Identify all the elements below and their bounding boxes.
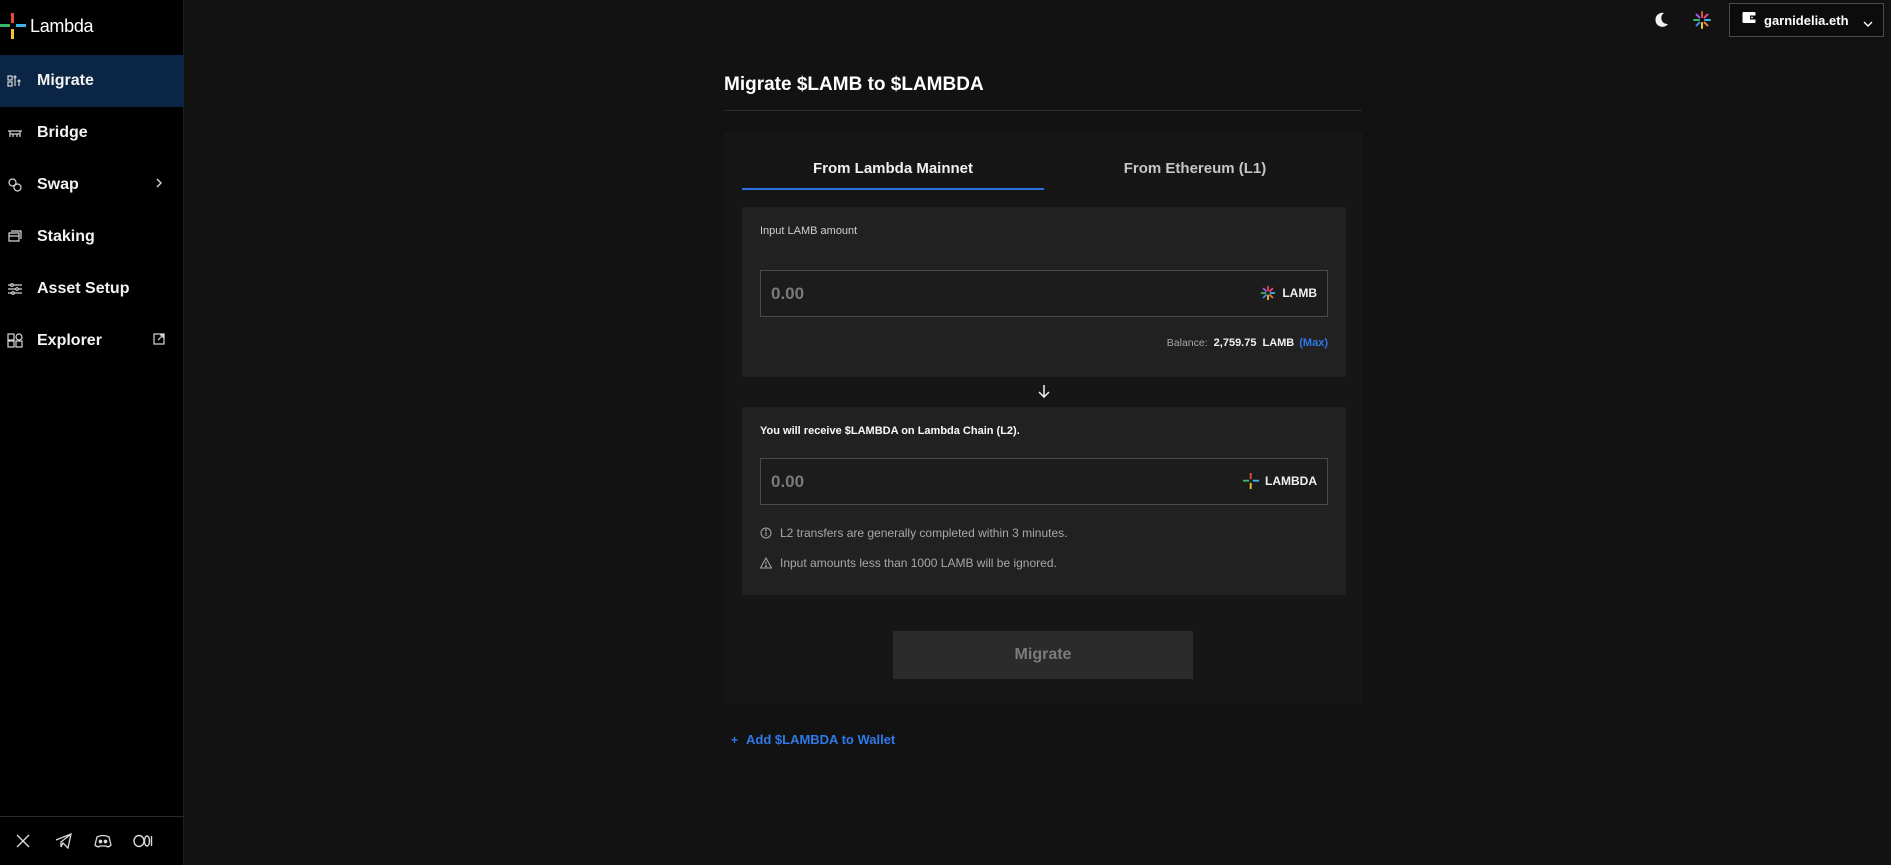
info-icon [760, 527, 772, 539]
notice-l2-transfer: L2 transfers are generally completed wit… [760, 526, 1067, 540]
page-title: Migrate $LAMB to $LAMBDA [724, 74, 984, 95]
migrate-button[interactable]: Migrate [893, 631, 1193, 679]
lambda-token-icon [1243, 473, 1259, 489]
logo-text: Lambda [30, 15, 94, 36]
balance-value: 2,759.75 [1213, 337, 1257, 349]
sidebar-item-asset-setup[interactable]: Asset Setup [0, 263, 184, 315]
tab-from-ethereum[interactable]: From Ethereum (L1) [1044, 160, 1346, 190]
sidebar-item-label: Asset Setup [37, 280, 130, 297]
lambda-logo-icon [0, 13, 26, 39]
bridge-icon [6, 124, 24, 142]
wallet-address: garnidelia.eth [1764, 12, 1849, 28]
sidebar-nav: Migrate Bridge Swap Staking Asset Setup … [0, 55, 184, 367]
migrate-icon [6, 72, 24, 90]
sidebar-item-label: Explorer [37, 332, 102, 349]
lambda-burst-icon[interactable] [1692, 10, 1712, 30]
moon-icon[interactable] [1652, 11, 1670, 29]
logo[interactable]: Lambda [0, 12, 94, 40]
x-icon[interactable] [13, 831, 33, 851]
balance-row: Balance: 2,759.75 LAMB (Max) [1167, 337, 1328, 349]
add-wallet-label: Add $LAMBDA to Wallet [746, 732, 896, 747]
balance-unit: LAMB [1262, 337, 1295, 349]
notice-min-amount: Input amounts less than 1000 LAMB will b… [760, 556, 1057, 570]
notice-text: Input amounts less than 1000 LAMB will b… [780, 556, 1057, 570]
migrate-panel: From Lambda Mainnet From Ethereum (L1) I… [724, 133, 1363, 704]
sidebar-item-label: Staking [37, 228, 95, 245]
lambda-amount-output [761, 459, 1221, 504]
token-tag-lambda: LAMBDA [1243, 473, 1317, 489]
token-symbol: LAMBDA [1265, 474, 1317, 488]
lamb-amount-field: LAMB [760, 270, 1328, 317]
token-symbol: LAMB [1282, 286, 1317, 300]
lambda-amount-field: LAMBDA [760, 458, 1328, 505]
chevron-down-icon [1863, 15, 1873, 33]
lamb-amount-input[interactable] [761, 271, 1221, 316]
lamb-token-icon [1261, 285, 1276, 301]
wallet-icon [1742, 11, 1756, 29]
sidebar-item-label: Migrate [37, 72, 94, 89]
add-lambda-to-wallet-link[interactable]: + Add $LAMBDA to Wallet [731, 732, 895, 747]
notice-text: L2 transfers are generally completed wit… [780, 526, 1068, 540]
sidebar: Lambda Migrate Bridge Swap Staking Asset… [0, 0, 184, 865]
sidebar-item-staking[interactable]: Staking [0, 211, 184, 263]
sidebar-item-explorer[interactable]: Explorer [0, 315, 184, 367]
social-links [0, 816, 184, 865]
input-box: Input LAMB amount LAMB Balance: 2,759.75… [742, 207, 1346, 377]
tab-from-lambda-mainnet[interactable]: From Lambda Mainnet [742, 160, 1044, 190]
swap-icon [6, 176, 24, 194]
plus-icon: + [731, 732, 739, 747]
arrow-down-icon [1037, 384, 1051, 399]
title-divider [724, 110, 1362, 111]
external-link-icon [152, 332, 166, 346]
staking-icon [6, 228, 24, 246]
sidebar-item-bridge[interactable]: Bridge [0, 107, 184, 159]
wallet-button[interactable]: garnidelia.eth [1729, 3, 1884, 37]
medium-icon[interactable] [133, 831, 153, 851]
token-tag-lamb: LAMB [1260, 285, 1317, 301]
asset-setup-icon [6, 280, 24, 298]
sidebar-item-swap[interactable]: Swap [0, 159, 184, 211]
discord-icon[interactable] [93, 831, 113, 851]
output-box: You will receive $LAMBDA on Lambda Chain… [742, 407, 1346, 595]
sidebar-item-migrate[interactable]: Migrate [0, 55, 184, 107]
warning-icon [760, 557, 772, 569]
sidebar-item-label: Bridge [37, 124, 88, 141]
input-label: Input LAMB amount [760, 225, 858, 237]
sidebar-item-label: Swap [37, 176, 79, 193]
chevron-right-icon [152, 176, 166, 190]
balance-label: Balance: [1166, 337, 1208, 349]
output-label: You will receive $LAMBDA on Lambda Chain… [760, 425, 1020, 437]
max-button[interactable]: (Max) [1299, 337, 1328, 349]
explorer-icon [6, 332, 24, 350]
telegram-icon[interactable] [53, 831, 73, 851]
